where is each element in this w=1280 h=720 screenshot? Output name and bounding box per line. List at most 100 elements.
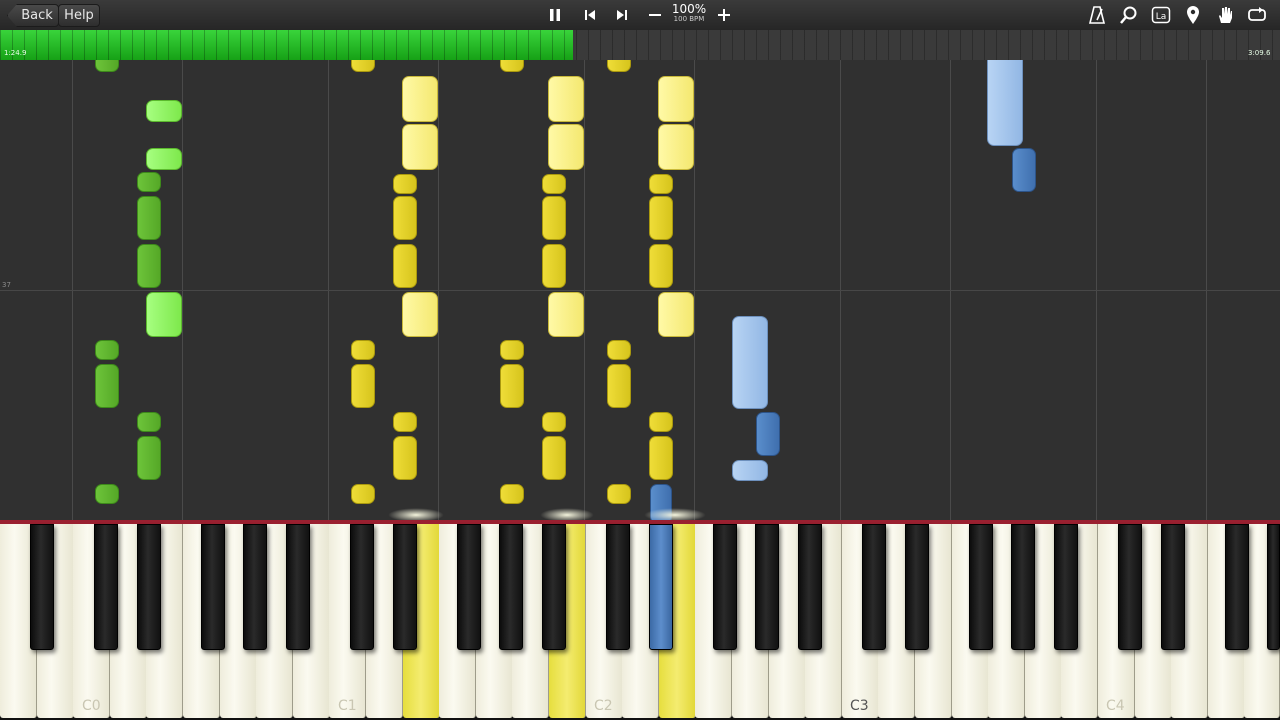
note: [542, 244, 566, 288]
note: [95, 60, 119, 72]
current-time: 1:24.9: [4, 49, 27, 57]
piano-keyboard: C0 C1 C2 C3 C4: [0, 524, 1280, 720]
note: [658, 292, 694, 337]
minus-icon[interactable]: [644, 4, 666, 26]
black-key[interactable]: [862, 524, 886, 650]
black-key[interactable]: [457, 524, 481, 650]
note: [649, 412, 673, 432]
note: [95, 340, 119, 360]
black-key[interactable]: [969, 524, 993, 650]
speed-percent: 100%: [671, 2, 707, 16]
note: [607, 364, 631, 408]
black-key[interactable]: [1267, 524, 1280, 650]
note: [393, 436, 417, 480]
black-key[interactable]: [755, 524, 779, 650]
note: [95, 484, 119, 504]
note: [607, 60, 631, 72]
note: [732, 316, 768, 409]
black-key[interactable]: [201, 524, 225, 650]
black-key[interactable]: [137, 524, 161, 650]
black-key[interactable]: [1011, 524, 1035, 650]
measure-number: 37: [2, 281, 11, 289]
note: [146, 100, 182, 122]
note: [146, 292, 182, 337]
black-key[interactable]: [798, 524, 822, 650]
pause-icon[interactable]: [544, 4, 566, 26]
timeline-scrubber[interactable]: [0, 30, 1280, 60]
note: [402, 124, 438, 170]
note: [542, 196, 566, 240]
black-key[interactable]: [499, 524, 523, 650]
note: [393, 196, 417, 240]
note: [649, 196, 673, 240]
speed-display: 100% 100 BPM: [668, 3, 710, 24]
note: [500, 340, 524, 360]
note: [548, 76, 584, 122]
note: [607, 484, 631, 504]
black-key[interactable]: [1161, 524, 1185, 650]
octave-label: C1: [338, 698, 357, 714]
loop-icon[interactable]: [1246, 4, 1268, 26]
black-key[interactable]: [243, 524, 267, 650]
note: [393, 412, 417, 432]
note: [393, 174, 417, 194]
note: [351, 340, 375, 360]
total-time: 3:09.6: [1248, 49, 1271, 57]
octave-label: C3: [850, 698, 869, 714]
zoom-icon[interactable]: [1118, 4, 1140, 26]
plus-icon[interactable]: [713, 4, 735, 26]
black-key[interactable]: [542, 524, 566, 650]
previous-icon[interactable]: [579, 4, 601, 26]
note: [137, 436, 161, 480]
note: [500, 484, 524, 504]
black-key-active[interactable]: [649, 524, 673, 650]
note: [500, 60, 524, 72]
note: [658, 124, 694, 170]
note: [987, 60, 1023, 146]
note: [351, 364, 375, 408]
black-key[interactable]: [1054, 524, 1078, 650]
note: [658, 76, 694, 122]
back-button[interactable]: Back: [7, 4, 59, 27]
next-icon[interactable]: [611, 4, 633, 26]
black-key[interactable]: [606, 524, 630, 650]
black-key[interactable]: [1118, 524, 1142, 650]
note: [732, 460, 768, 481]
octave-label: C2: [594, 698, 613, 714]
note: [542, 436, 566, 480]
black-key[interactable]: [905, 524, 929, 650]
black-key[interactable]: [350, 524, 374, 650]
note: [146, 148, 182, 170]
black-key[interactable]: [713, 524, 737, 650]
note: [137, 412, 161, 432]
svg-text:La: La: [1156, 12, 1167, 22]
note: [607, 340, 631, 360]
black-key[interactable]: [393, 524, 417, 650]
note: [649, 174, 673, 194]
speed-bpm: 100 BPM: [673, 15, 705, 23]
note-roll: 37: [0, 60, 1280, 520]
note: [137, 244, 161, 288]
note: [542, 412, 566, 432]
measure-line: [0, 290, 1280, 291]
note: [95, 364, 119, 408]
black-key[interactable]: [94, 524, 118, 650]
marker-icon[interactable]: [1182, 4, 1204, 26]
note: [542, 174, 566, 194]
note: [756, 412, 780, 456]
timeline-ticks: [0, 30, 1280, 60]
toolbar: Back Help 100% 100 BPM La: [0, 0, 1280, 31]
hand-icon[interactable]: [1214, 4, 1236, 26]
note: [548, 124, 584, 170]
help-button[interactable]: Help: [58, 4, 100, 27]
black-key[interactable]: [1225, 524, 1249, 650]
label-icon[interactable]: La: [1150, 4, 1172, 26]
note: [351, 60, 375, 72]
metronome-icon[interactable]: [1086, 4, 1108, 26]
note: [137, 172, 161, 192]
black-key[interactable]: [30, 524, 54, 650]
black-key[interactable]: [286, 524, 310, 650]
note: [137, 196, 161, 240]
note: [351, 484, 375, 504]
note: [1012, 148, 1036, 192]
